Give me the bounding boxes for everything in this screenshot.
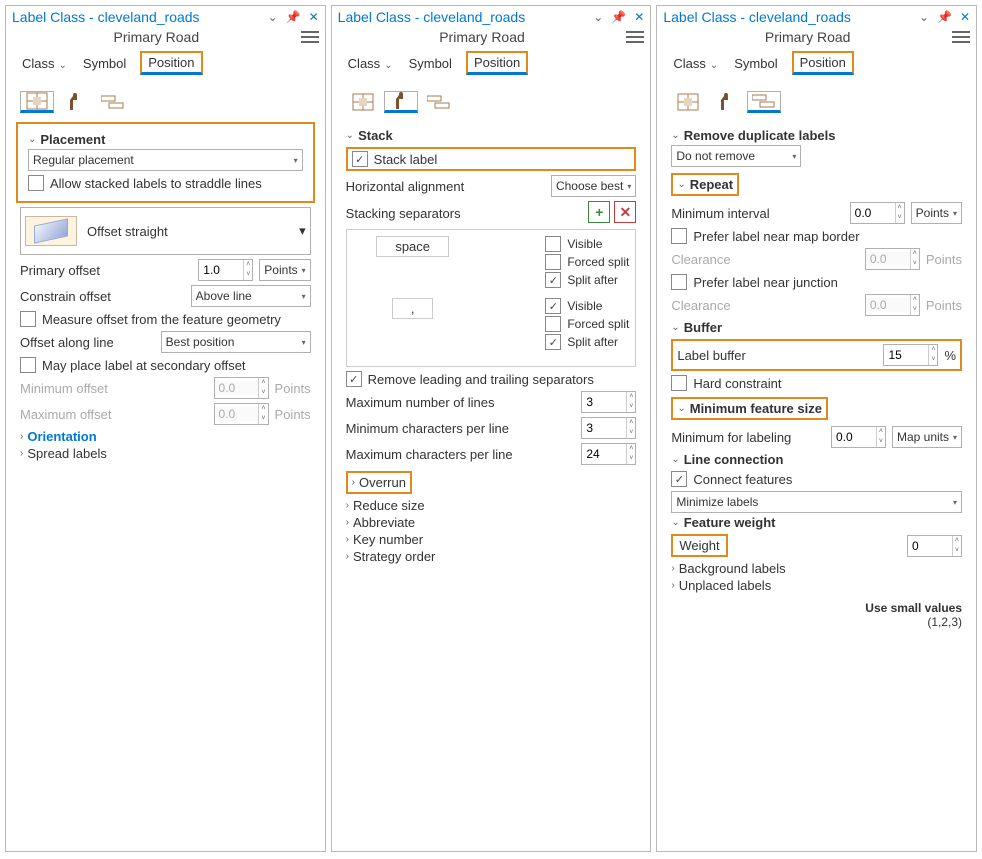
clearance-input: ˄˅ (865, 248, 920, 270)
separator-item[interactable]: , (353, 298, 473, 319)
tab-class[interactable]: Class⌄ (20, 54, 69, 73)
section-repeat[interactable]: ⌄Repeat (671, 173, 739, 196)
placement-subtab-icon[interactable] (346, 88, 380, 116)
connect-features-checkbox[interactable]: ✓ (671, 471, 687, 487)
section-overrun[interactable]: ›Overrun (346, 471, 412, 494)
tab-position[interactable]: Position (140, 51, 202, 75)
max-offset-input: ˄˅ (214, 403, 269, 425)
sep-visible-checkbox[interactable] (545, 236, 561, 252)
panel-position-fitting: Label Class - cleveland_roads ⌄📌✕ Primar… (331, 5, 652, 852)
close-icon[interactable]: ✕ (309, 10, 319, 24)
secondary-offset-checkbox[interactable] (20, 357, 36, 373)
placement-subtab-icon[interactable] (671, 88, 705, 116)
primary-offset-input[interactable]: ˄˅ (198, 259, 253, 281)
fitting-subtab-icon[interactable] (384, 91, 418, 113)
min-offset-input: ˄˅ (214, 377, 269, 399)
panel-position-placement: Label Class - cleveland_roads ⌄ 📌 ✕ Prim… (5, 5, 326, 852)
sep-after-checkbox[interactable]: ✓ (545, 272, 561, 288)
section-placement[interactable]: ⌄Placement (28, 132, 303, 147)
tab-class[interactable]: Class⌄ (346, 54, 395, 73)
max-lines-input[interactable]: ˄˅ (581, 391, 636, 413)
min-labeling-unit-dropdown[interactable]: Map units▾ (892, 426, 962, 448)
clearance-input: ˄˅ (865, 294, 920, 316)
pin-icon[interactable]: 📌 (937, 10, 952, 24)
measure-geometry-checkbox[interactable] (20, 311, 36, 327)
weight-label: Weight (671, 534, 727, 557)
sep-visible-checkbox[interactable]: ✓ (545, 298, 561, 314)
remove-duplicates-dropdown[interactable]: Do not remove▾ (671, 145, 801, 167)
min-labeling-input[interactable]: ˄˅ (831, 426, 886, 448)
dropdown-icon[interactable]: ⌄ (593, 10, 603, 24)
panel-subtitle: Primary Road (12, 29, 301, 45)
line-connection-dropdown[interactable]: Minimize labels▾ (671, 491, 962, 513)
remove-separators-checkbox[interactable]: ✓ (346, 371, 362, 387)
pin-icon[interactable]: 📌 (286, 10, 301, 24)
feature-weight-input[interactable]: ˄˅ (907, 535, 962, 557)
separator-list: space Visible Forced split ✓Split after … (346, 229, 637, 367)
separator-item[interactable]: space (353, 236, 473, 257)
stack-label-checkbox[interactable]: ✓ (352, 151, 368, 167)
offset-along-line-dropdown[interactable]: Best position▾ (161, 331, 311, 353)
panel-title: Label Class - cleveland_roads (663, 9, 919, 25)
section-feature-weight[interactable]: ⌄Feature weight (671, 515, 962, 530)
section-min-feature-size[interactable]: ⌄Minimum feature size (671, 397, 828, 420)
conflict-subtab-icon[interactable] (96, 88, 130, 116)
panel-title: Label Class - cleveland_roads (12, 9, 268, 25)
panel-title: Label Class - cleveland_roads (338, 9, 594, 25)
panel-position-conflict: Label Class - cleveland_roads ⌄📌✕ Primar… (656, 5, 977, 852)
min-interval-unit-dropdown[interactable]: Points▾ (911, 202, 962, 224)
section-unplaced-labels[interactable]: ›Unplaced labels (671, 578, 962, 593)
remove-separator-button[interactable]: ✕ (614, 201, 636, 223)
min-chars-input[interactable]: ˄˅ (581, 417, 636, 439)
min-interval-input[interactable]: ˄˅ (850, 202, 905, 224)
offset-thumbnail-icon (25, 216, 77, 246)
prefer-border-checkbox[interactable] (671, 228, 687, 244)
section-line-connection[interactable]: ⌄Line connection (671, 452, 962, 467)
conflict-subtab-icon[interactable] (422, 88, 456, 116)
tab-symbol[interactable]: Symbol (732, 54, 779, 73)
label-buffer-input[interactable]: ˄˅ (883, 344, 938, 366)
tab-position[interactable]: Position (466, 51, 528, 75)
section-reduce-size[interactable]: ›Reduce size (346, 498, 637, 513)
primary-offset-unit-dropdown[interactable]: Points▾ (259, 259, 310, 281)
dropdown-icon[interactable]: ⌄ (268, 10, 278, 24)
sep-forced-checkbox[interactable] (545, 316, 561, 332)
tab-symbol[interactable]: Symbol (81, 54, 128, 73)
section-key-number[interactable]: ›Key number (346, 532, 637, 547)
pin-icon[interactable]: 📌 (611, 10, 626, 24)
tab-class[interactable]: Class⌄ (671, 54, 720, 73)
section-abbreviate[interactable]: ›Abbreviate (346, 515, 637, 530)
fitting-subtab-icon[interactable] (709, 88, 743, 116)
placement-subtab-icon[interactable] (20, 91, 54, 113)
close-icon[interactable]: ✕ (634, 10, 644, 24)
sep-after-checkbox[interactable]: ✓ (545, 334, 561, 350)
constrain-offset-dropdown[interactable]: Above line▾ (191, 285, 311, 307)
section-background-labels[interactable]: ›Background labels (671, 561, 962, 576)
close-icon[interactable]: ✕ (960, 10, 970, 24)
offset-style-dropdown[interactable]: Offset straight▾ (20, 207, 311, 255)
section-orientation[interactable]: ›Orientation (20, 429, 311, 444)
add-separator-button[interactable]: + (588, 201, 610, 223)
section-buffer[interactable]: ⌄Buffer (671, 320, 962, 335)
section-stack[interactable]: ⌄Stack (346, 128, 637, 143)
conflict-subtab-icon[interactable] (747, 91, 781, 113)
menu-icon[interactable] (301, 31, 319, 43)
placement-mode-dropdown[interactable]: Regular placement▾ (28, 149, 303, 171)
max-chars-input[interactable]: ˄˅ (581, 443, 636, 465)
sep-forced-checkbox[interactable] (545, 254, 561, 270)
fitting-subtab-icon[interactable] (58, 88, 92, 116)
section-spread-labels[interactable]: ›Spread labels (20, 446, 311, 461)
hard-constraint-checkbox[interactable] (671, 375, 687, 391)
tab-position[interactable]: Position (792, 51, 854, 75)
tab-symbol[interactable]: Symbol (407, 54, 454, 73)
section-remove-duplicates[interactable]: ⌄Remove duplicate labels (671, 128, 962, 143)
prefer-junction-checkbox[interactable] (671, 274, 687, 290)
straddle-checkbox[interactable] (28, 175, 44, 191)
section-strategy-order[interactable]: ›Strategy order (346, 549, 637, 564)
annotation-text: Use small values(1,2,3) (657, 599, 976, 631)
menu-icon[interactable] (626, 31, 644, 43)
dropdown-icon[interactable]: ⌄ (919, 10, 929, 24)
horizontal-alignment-dropdown[interactable]: Choose best▾ (551, 175, 636, 197)
menu-icon[interactable] (952, 31, 970, 43)
